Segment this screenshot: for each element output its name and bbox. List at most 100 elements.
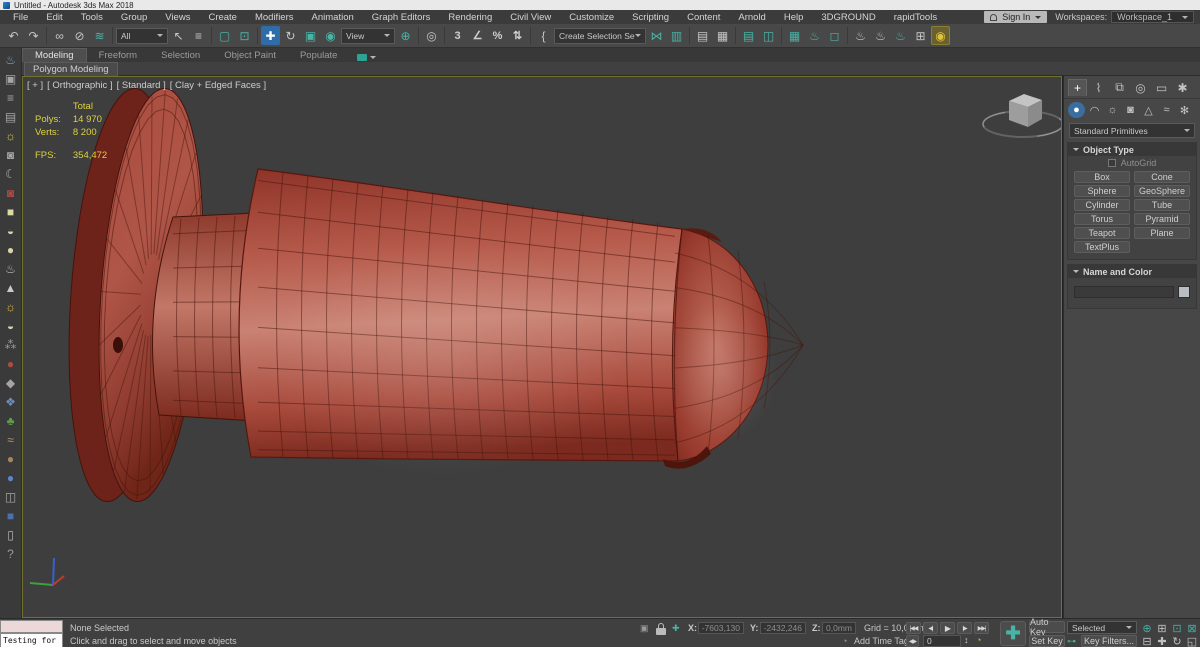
menu-customize[interactable]: Customize — [560, 12, 623, 23]
toggle-scene-explorer-icon[interactable]: ▤ — [693, 26, 712, 45]
window-crossing-icon[interactable]: ⊡ — [235, 26, 254, 45]
spheres-red-blue-icon[interactable]: ● — [2, 354, 20, 373]
gamepad-icon[interactable]: ◆ — [2, 373, 20, 392]
reference-coordinate-dropdown[interactable]: View — [341, 27, 395, 44]
key-set-dropdown[interactable]: Selected — [1067, 621, 1137, 634]
ribbon-tab-populate[interactable]: Populate — [288, 48, 350, 62]
sign-in-button[interactable]: Sign In — [984, 11, 1048, 23]
particles-icon[interactable]: ⁂ — [2, 335, 20, 354]
menu-content[interactable]: Content — [678, 12, 729, 23]
activeshade-icon[interactable]: ♨ — [891, 26, 910, 45]
menu-scripting[interactable]: Scripting — [623, 12, 678, 23]
percent-snap-icon[interactable]: % — [488, 26, 507, 45]
dome2-primitive-icon[interactable]: ◒ — [2, 316, 20, 335]
bind-to-spacewarp-icon[interactable]: ≋ — [90, 26, 109, 45]
menu-help[interactable]: Help — [775, 12, 813, 23]
rock-blue-icon[interactable]: ❖ — [2, 392, 20, 411]
window-icon[interactable]: ▣ — [2, 69, 20, 88]
fur-hand-icon[interactable]: ≈ — [2, 430, 20, 449]
box-button[interactable]: Box — [1074, 171, 1130, 183]
toggle-layer-explorer-icon[interactable]: ▦ — [713, 26, 732, 45]
sphere-button[interactable]: Sphere — [1074, 185, 1130, 197]
box-blue-red-icon[interactable]: ■ — [2, 506, 20, 525]
list-detail-icon[interactable]: ▤ — [2, 107, 20, 126]
viewport-canvas[interactable]: [ + ] [ Orthographic ] [ Standard ] [ Cl… — [22, 76, 1064, 618]
workspace-dropdown[interactable]: Workspace_1 — [1111, 11, 1194, 23]
go-to-end-button[interactable]: ▶▶| — [974, 622, 989, 634]
menu-graph-editors[interactable]: Graph Editors — [363, 12, 440, 23]
key-filters-button[interactable]: Key Filters... — [1081, 635, 1137, 647]
rock-tan-icon[interactable]: ● — [2, 449, 20, 468]
name-color-header[interactable]: Name and Color — [1068, 265, 1196, 278]
set-key-button[interactable]: Set Key — [1029, 635, 1065, 647]
go-to-start-button[interactable]: |◀◀ — [906, 622, 921, 634]
ribbon-tab-object-paint[interactable]: Object Paint — [212, 48, 288, 62]
help-icon[interactable]: ? — [2, 544, 20, 563]
play-button[interactable]: ▶ — [940, 622, 955, 634]
current-frame-field[interactable]: 0 — [923, 635, 961, 647]
render-setup-icon[interactable]: ♨ — [805, 26, 824, 45]
select-and-rotate-icon[interactable]: ↻ — [281, 26, 300, 45]
pyramid-button[interactable]: Pyramid — [1134, 213, 1190, 225]
snap-toggle-3d-icon[interactable]: 3 — [448, 26, 467, 45]
autogrid-checkbox[interactable] — [1107, 159, 1116, 167]
add-time-tag[interactable]: Add Time Tag — [854, 636, 909, 646]
cone-primitive-icon[interactable]: ▲ — [2, 278, 20, 297]
menu-arnold[interactable]: Arnold — [729, 12, 774, 23]
angle-snap-icon[interactable]: ∠ — [468, 26, 487, 45]
set-keys-button[interactable]: ✚ — [1000, 621, 1026, 646]
menu-tools[interactable]: Tools — [72, 12, 112, 23]
undo-icon[interactable]: ↶ — [4, 26, 23, 45]
previous-frame-button[interactable]: ◀| — [923, 622, 938, 634]
clipboard-icon[interactable]: ▯ — [2, 525, 20, 544]
auto-key-button[interactable]: Auto Key — [1029, 617, 1065, 637]
select-by-name-icon[interactable]: ≡ — [189, 26, 208, 45]
named-selection-set-dropdown[interactable]: Create Selection Se — [554, 27, 646, 44]
menu-modifiers[interactable]: Modifiers — [246, 12, 303, 23]
viewport-pov-menu[interactable]: [ + ] — [27, 80, 43, 91]
rectangular-selection-region-icon[interactable]: ▢ — [215, 26, 234, 45]
ribbon-tab-selection[interactable]: Selection — [149, 48, 212, 62]
moon-icon[interactable]: ☾ — [2, 164, 20, 183]
selection-lock-icon[interactable] — [656, 623, 666, 635]
object-name-field[interactable] — [1074, 286, 1174, 298]
box-primitive-icon[interactable]: ■ — [2, 202, 20, 221]
time-configuration-icon[interactable]: ◔ — [976, 635, 981, 645]
tube-button[interactable]: Tube — [1134, 199, 1190, 211]
y-coord-field[interactable]: -2432,246 — [760, 622, 806, 634]
polygon-modeling-panel[interactable]: Polygon Modeling — [24, 61, 118, 76]
menu-create[interactable]: Create — [199, 12, 246, 23]
curve-editor-icon[interactable]: ▤ — [739, 26, 758, 45]
menu-rendering[interactable]: Rendering — [439, 12, 501, 23]
key-filters-icon[interactable]: ⊶ — [1067, 636, 1076, 647]
isolate-selection-icon[interactable]: ▣ — [640, 623, 649, 634]
zoom-icon[interactable]: ⊕ — [1140, 622, 1154, 635]
teapot-primitive-icon[interactable]: ♨ — [2, 259, 20, 278]
menu-edit[interactable]: Edit — [37, 12, 71, 23]
maximize-viewport-icon[interactable]: ◱ — [1185, 635, 1199, 647]
spinner-snap-icon[interactable]: ⇅ — [508, 26, 527, 45]
unlink-selection-icon[interactable]: ⊘ — [70, 26, 89, 45]
ribbon-tab-freeform[interactable]: Freeform — [87, 48, 150, 62]
category-spacewarps-icon[interactable]: ≈ — [1158, 102, 1175, 118]
render-production-icon[interactable]: ♨ — [851, 26, 870, 45]
cone-button[interactable]: Cone — [1134, 171, 1190, 183]
keyboard-shortcut-override-icon[interactable]: { — [534, 26, 553, 45]
tab-create-icon[interactable]: + — [1068, 79, 1087, 96]
tab-modify-icon[interactable]: ⌇ — [1089, 79, 1108, 96]
x-coord-field[interactable]: -7603,130 — [698, 622, 744, 634]
category-lights-icon[interactable]: ☼ — [1104, 102, 1121, 118]
primitive-category-dropdown[interactable]: Standard Primitives — [1069, 123, 1195, 138]
mirror-icon[interactable]: ⋈ — [647, 26, 666, 45]
camera-light-icon[interactable]: ◙ — [2, 145, 20, 164]
select-and-place-icon[interactable]: ◉ — [321, 26, 340, 45]
key-mode-toggle[interactable]: ◀▶ — [906, 635, 919, 647]
tab-motion-icon[interactable]: ◎ — [1131, 79, 1150, 96]
tab-hierarchy-icon[interactable]: ⧉ — [1110, 79, 1129, 96]
maxscript-mini-listener[interactable]: Testing for : — [0, 633, 63, 647]
ribbon-tab-modeling[interactable]: Modeling — [22, 48, 87, 62]
select-link-icon[interactable]: ∞ — [50, 26, 69, 45]
orbit-icon[interactable]: ↻ — [1170, 635, 1184, 647]
viewport-view-menu[interactable]: [ Orthographic ] — [47, 80, 112, 91]
maxscript-listener-output[interactable] — [0, 620, 63, 633]
